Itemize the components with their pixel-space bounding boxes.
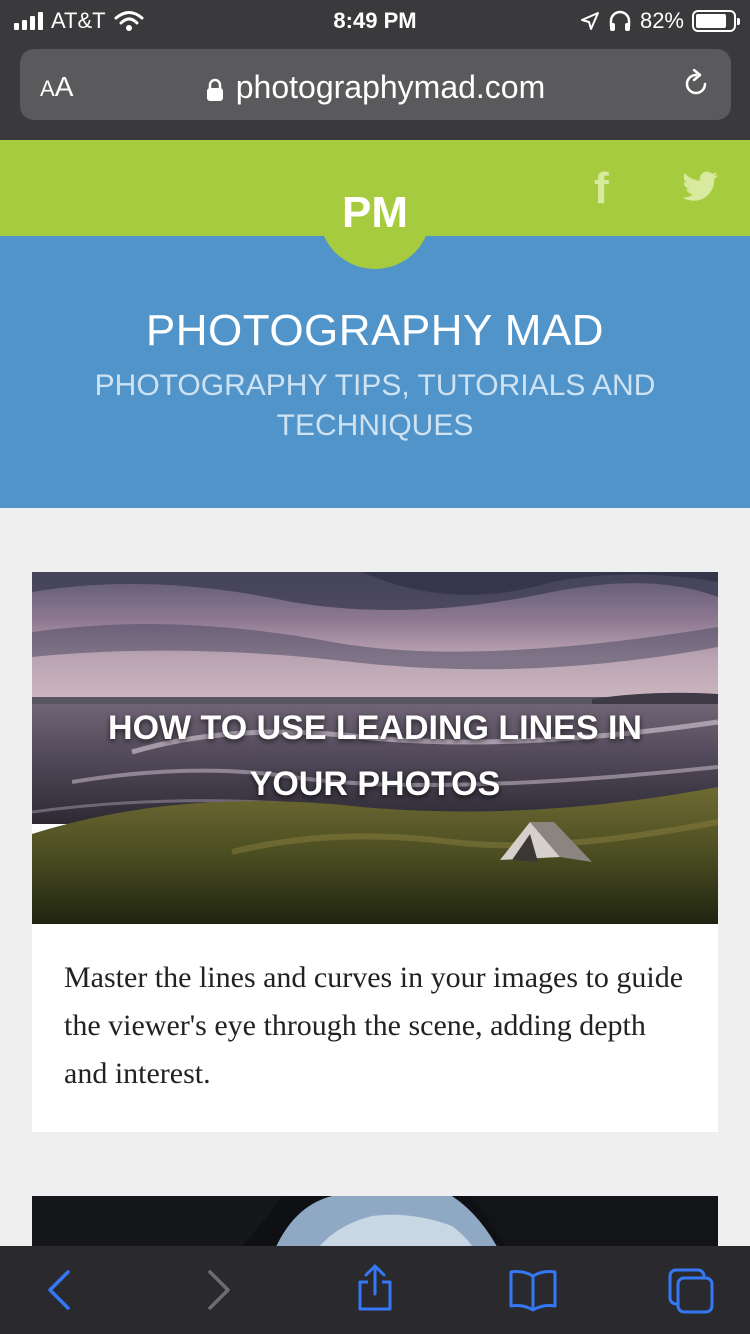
browser-toolbar (0, 1246, 750, 1334)
twitter-icon[interactable] (682, 170, 720, 202)
article-excerpt: Master the lines and curves in your imag… (64, 961, 684, 1090)
facebook-icon[interactable]: f (594, 164, 609, 214)
article-image[interactable]: HOW TO USE LEADING LINES IN YOUR PHOTOS (32, 572, 718, 924)
battery-percent: 82% (639, 8, 684, 33)
location-icon (580, 12, 599, 30)
site-tagline: PHOTOGRAPHY TIPS, TUTORIALS AND TECHNIQU… (94, 369, 656, 442)
forward-icon[interactable] (204, 1268, 234, 1312)
url-text: photographymad.com (235, 69, 546, 105)
battery-icon (692, 10, 740, 32)
tabs-icon[interactable] (666, 1266, 716, 1316)
address-bar[interactable]: AA photographymad.com (20, 49, 731, 120)
site-logo[interactable]: PM (319, 157, 431, 269)
url-display[interactable]: photographymad.com (20, 69, 731, 106)
bookmarks-icon[interactable] (508, 1268, 558, 1312)
lock-icon (206, 78, 223, 101)
back-icon[interactable] (44, 1268, 74, 1312)
site-header-banner: PHOTOGRAPHY MAD PHOTOGRAPHY TIPS, TUTORI… (0, 236, 750, 508)
share-icon[interactable] (355, 1264, 395, 1312)
article-title[interactable]: HOW TO USE LEADING LINES IN YOUR PHOTOS (72, 700, 678, 812)
browser-address-area: AA photographymad.com (0, 40, 750, 140)
status-right: 82% (580, 8, 740, 34)
headphones-icon (609, 10, 631, 31)
article-card[interactable]: HOW TO USE LEADING LINES IN YOUR PHOTOS … (32, 572, 718, 1132)
status-bar: AT&T 8:49 PM 82% (0, 0, 750, 40)
site-title[interactable]: PHOTOGRAPHY MAD (0, 306, 750, 356)
reload-icon[interactable] (681, 69, 711, 99)
